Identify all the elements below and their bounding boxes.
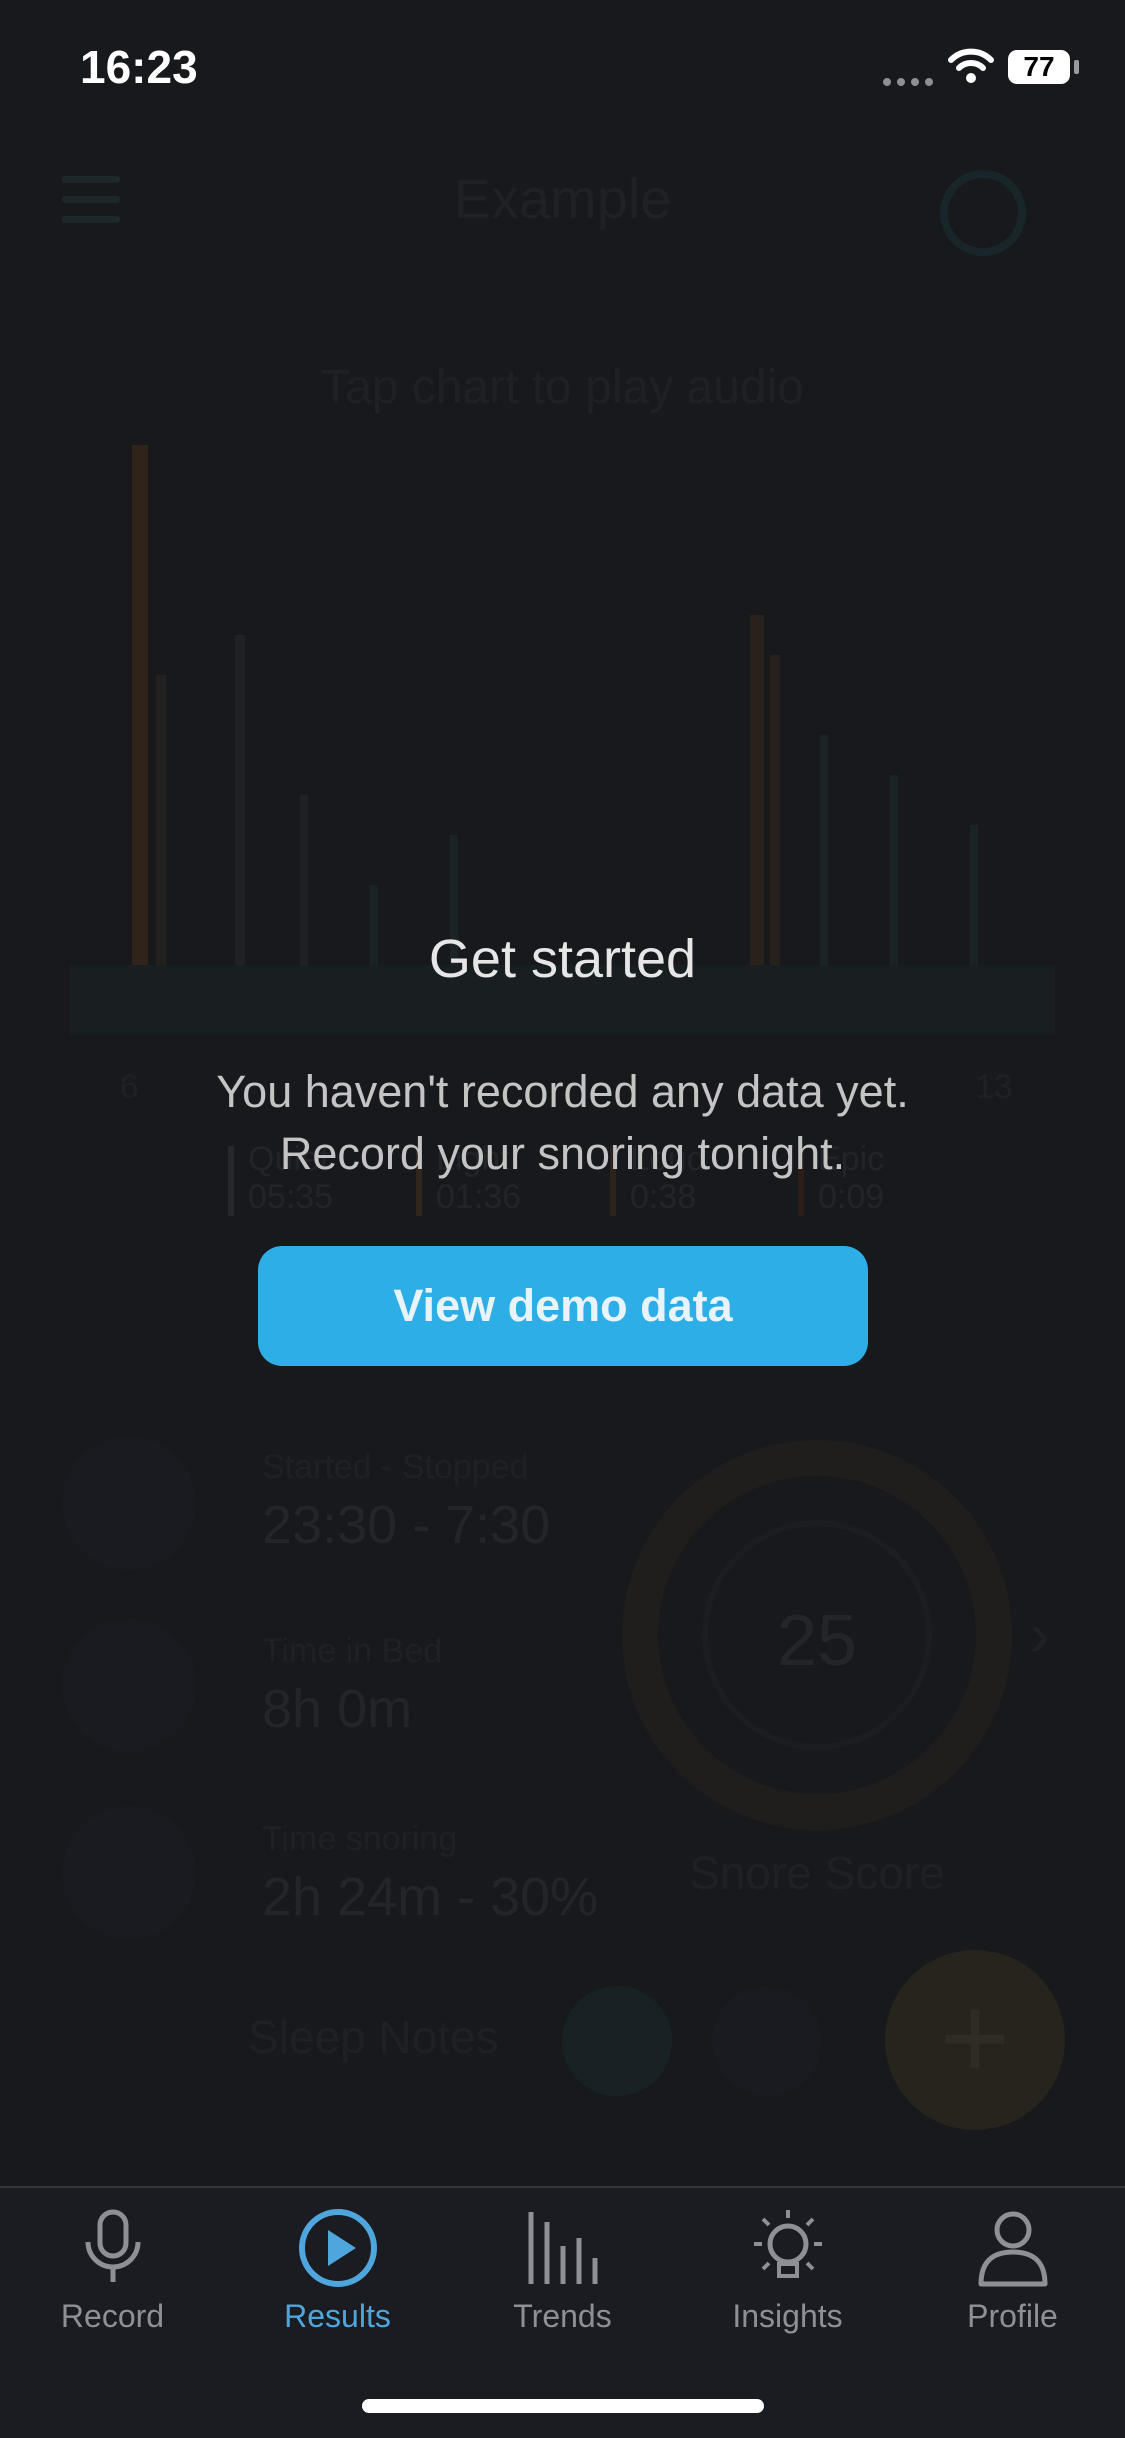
tab-insights[interactable]: Insights (675, 2208, 900, 2378)
battery-level: 77 (1023, 51, 1055, 82)
wifi-icon (948, 48, 994, 89)
tab-results-label: Results (284, 2298, 391, 2334)
person-icon (978, 2211, 1047, 2287)
tab-insights-label: Insights (732, 2298, 843, 2334)
tab-profile-label: Profile (967, 2298, 1058, 2334)
tab-results[interactable]: Results (225, 2208, 450, 2378)
modal-message-line2: Record your snoring tonight. (279, 1128, 846, 1179)
modal-title: Get started (428, 929, 697, 989)
tab-record[interactable]: Record (0, 2208, 225, 2378)
modal-message-line1: You haven't recorded any data yet. (216, 1066, 909, 1117)
view-demo-data-button[interactable]: View demo data (258, 1246, 868, 1366)
lightbulb-icon (753, 2210, 822, 2278)
tab-trends[interactable]: Trends (450, 2208, 675, 2378)
bar-chart-icon (528, 2212, 597, 2284)
status-time: 16:23 (80, 41, 198, 93)
tab-profile[interactable]: Profile (900, 2208, 1125, 2378)
tab-trends-label: Trends (513, 2298, 612, 2334)
microphone-icon (85, 2209, 140, 2282)
cellular-signal-icon (882, 74, 934, 86)
play-circle-icon (298, 2209, 377, 2287)
home-indicator (362, 2399, 764, 2413)
tab-record-label: Record (60, 2298, 165, 2334)
battery-icon: 77 (1008, 50, 1070, 84)
